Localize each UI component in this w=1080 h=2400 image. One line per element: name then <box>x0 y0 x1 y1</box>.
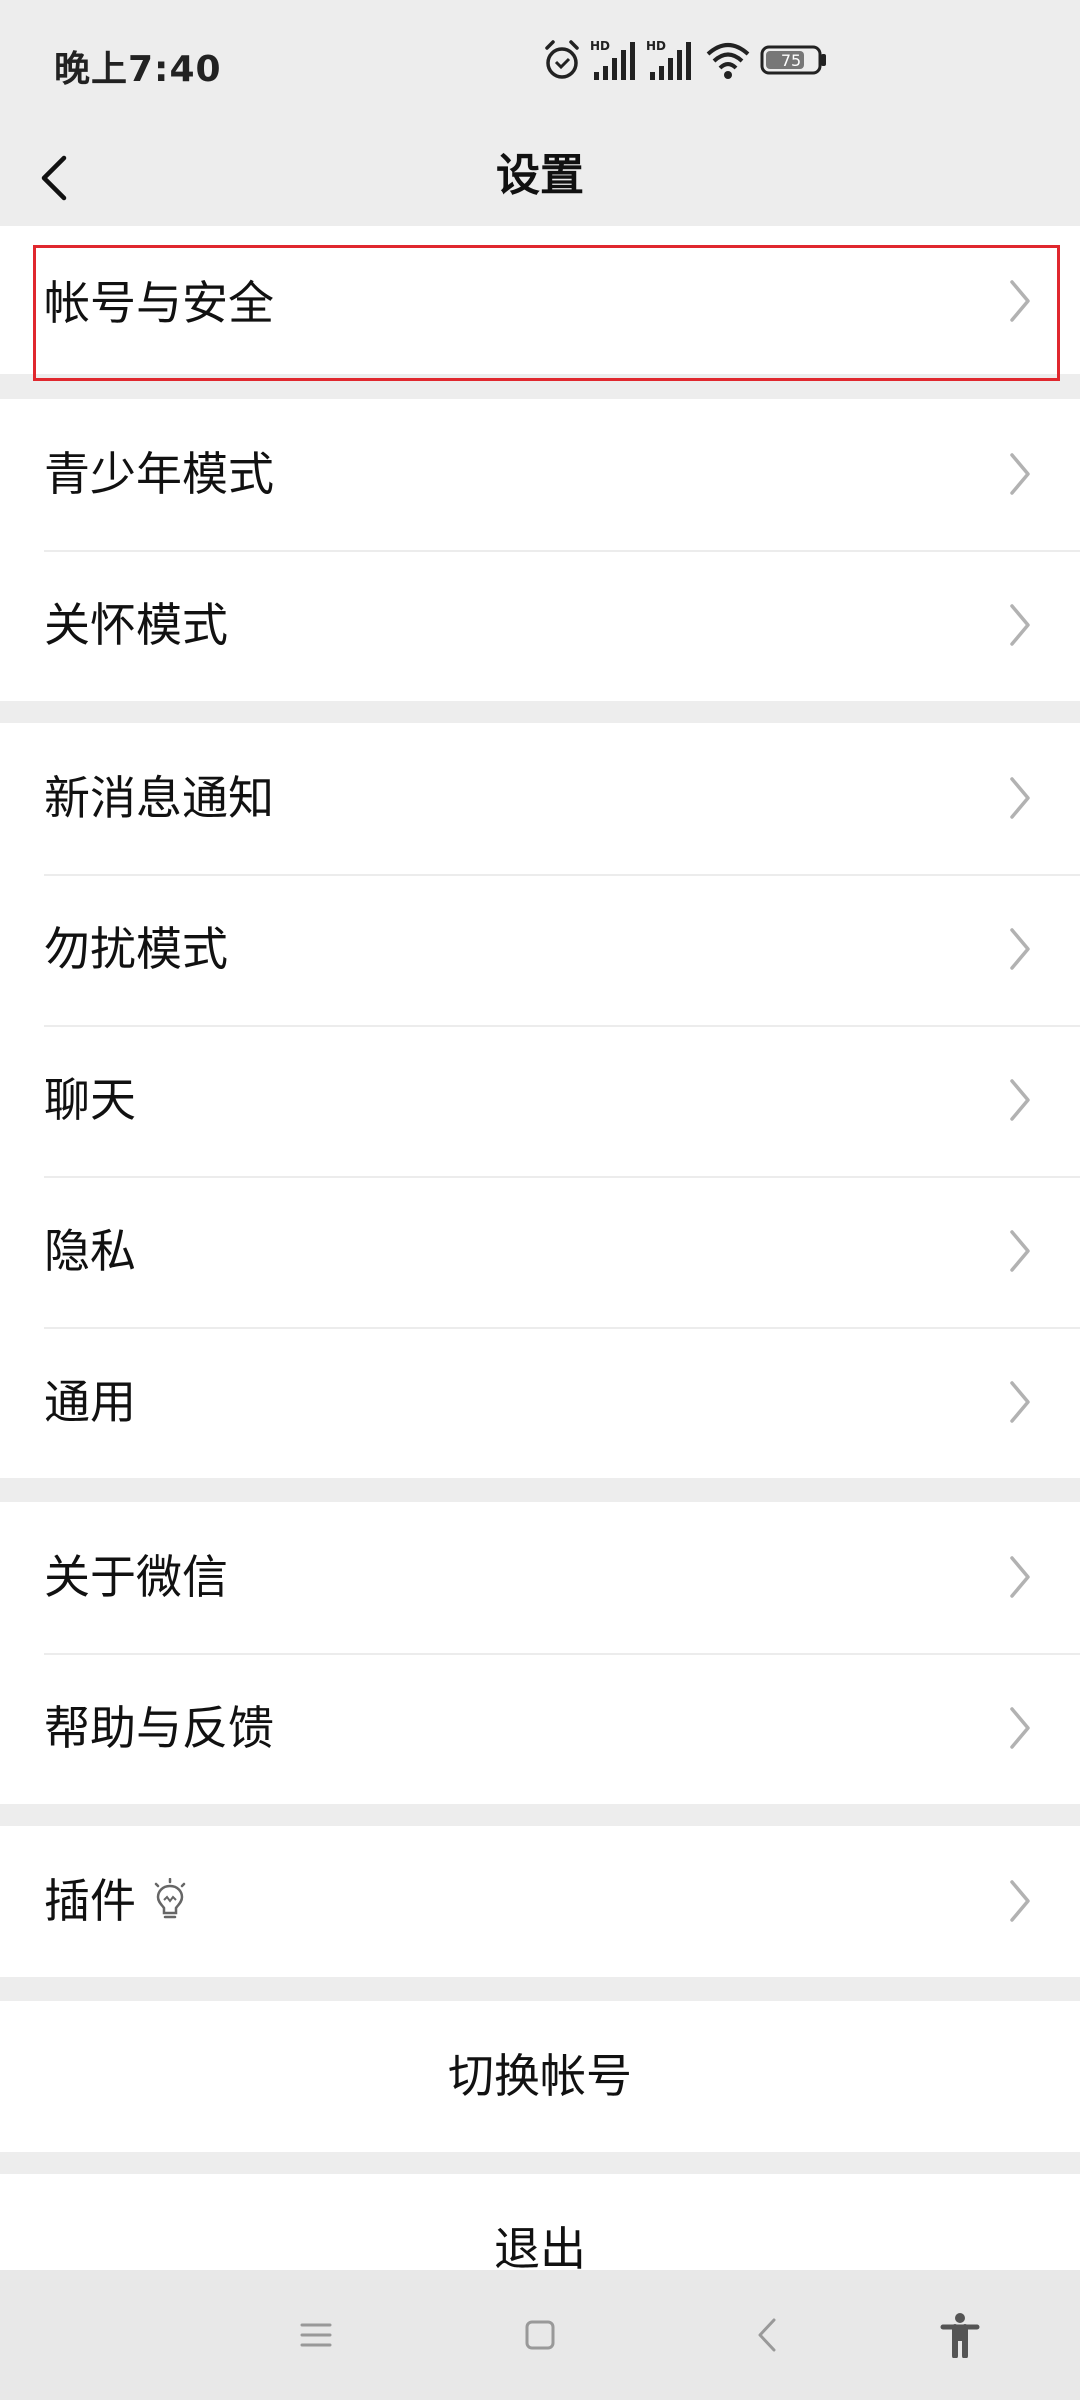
chevron-right-icon <box>1010 1230 1030 1272</box>
chevron-right-icon <box>1010 1381 1030 1423</box>
nav-back-icon <box>758 2318 776 2352</box>
alarm-icon <box>545 40 579 79</box>
page-title: 设置 <box>496 150 584 201</box>
settings-item-label: 青少年模式 <box>44 447 274 501</box>
chevron-right-icon <box>1010 280 1030 322</box>
accessibility-icon <box>940 2313 980 2358</box>
system-nav-bar <box>0 2270 1080 2400</box>
settings-item-do-not-disturb[interactable]: 勿扰模式 <box>0 874 1080 1025</box>
switch-account-button[interactable]: 切换帐号 <box>0 2001 1080 2152</box>
settings-item-label: 聊天 <box>44 1073 136 1127</box>
settings-item-label: 插件 <box>44 1874 136 1928</box>
settings-item-account-security[interactable]: 帐号与安全 <box>0 226 1080 374</box>
settings-item-notifications[interactable]: 新消息通知 <box>0 723 1080 874</box>
logout-button[interactable]: 退出 <box>0 2174 1080 2270</box>
chevron-right-icon <box>1010 1880 1030 1922</box>
settings-item-care-mode[interactable]: 关怀模式 <box>0 550 1080 701</box>
settings-item-general[interactable]: 通用 <box>0 1327 1080 1478</box>
settings-group-plugins: 插件 <box>0 1826 1080 1977</box>
settings-item-label: 关于微信 <box>44 1550 228 1604</box>
battery-icon: 75 <box>760 45 826 75</box>
switch-account-label: 切换帐号 <box>448 2049 632 2103</box>
settings-item-plugins[interactable]: 插件 <box>0 1826 1080 1977</box>
logout-label: 退出 <box>494 2222 586 2270</box>
settings-item-label: 通用 <box>44 1375 136 1429</box>
lightbulb-icon <box>154 1878 186 1919</box>
settings-item-chat[interactable]: 聊天 <box>0 1025 1080 1176</box>
settings-item-help-feedback[interactable]: 帮助与反馈 <box>0 1653 1080 1804</box>
menu-icon <box>300 2323 332 2347</box>
nav-back-button[interactable] <box>708 2270 828 2400</box>
chevron-right-icon <box>1010 1707 1030 1749</box>
status-time: 晚上7:40 <box>54 49 222 90</box>
status-bar: 晚上7:40 HD HD 75 <box>0 0 1080 126</box>
settings-item-label: 勿扰模式 <box>44 922 228 976</box>
settings-item-label: 新消息通知 <box>44 771 274 825</box>
settings-item-label: 帮助与反馈 <box>44 1701 274 1755</box>
chevron-right-icon <box>1010 1556 1030 1598</box>
settings-item-label: 关怀模式 <box>44 598 228 652</box>
chevron-right-icon <box>1010 1079 1030 1121</box>
settings-group-about: 关于微信 帮助与反馈 <box>0 1502 1080 1804</box>
settings-item-label: 隐私 <box>44 1224 136 1278</box>
settings-item-privacy[interactable]: 隐私 <box>0 1176 1080 1327</box>
header: 设置 <box>0 126 1080 226</box>
settings-group-general: 新消息通知 勿扰模式 聊天 隐私 通用 <box>0 723 1080 1478</box>
signal-label-1: HD <box>590 39 610 53</box>
chevron-right-icon <box>1010 604 1030 646</box>
chevron-right-icon <box>1010 777 1030 819</box>
settings-item-youth-mode[interactable]: 青少年模式 <box>0 399 1080 550</box>
wifi-icon <box>706 43 750 79</box>
nav-accessibility-button[interactable] <box>900 2270 1020 2400</box>
chevron-right-icon <box>1010 928 1030 970</box>
battery-level: 75 <box>781 51 801 70</box>
settings-item-about-wechat[interactable]: 关于微信 <box>0 1502 1080 1653</box>
settings-group-modes: 青少年模式 关怀模式 <box>0 399 1080 701</box>
signal-label-2: HD <box>646 39 666 53</box>
chevron-right-icon <box>1010 453 1030 495</box>
settings-item-label: 帐号与安全 <box>44 276 274 330</box>
settings-group-account: 帐号与安全 <box>0 226 1080 374</box>
signal-icon-2: HD <box>646 39 691 80</box>
nav-home-button[interactable] <box>480 2270 600 2400</box>
signal-icon-1: HD <box>590 39 635 80</box>
status-icons: HD HD 75 <box>542 38 842 88</box>
nav-menu-button[interactable] <box>256 2270 376 2400</box>
home-square-icon <box>525 2320 555 2350</box>
